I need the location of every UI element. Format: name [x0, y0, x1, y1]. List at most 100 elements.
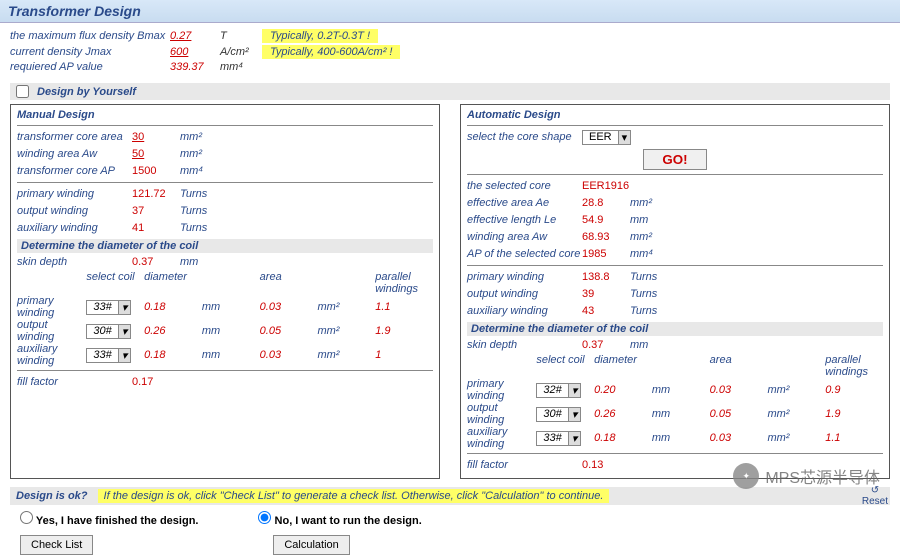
a-out-label: output winding [467, 288, 582, 300]
a-skin-label: skin depth [467, 339, 582, 351]
m-skin-label: skin depth [17, 256, 132, 268]
m-coil-0-area: 0.03 [260, 301, 318, 313]
chevron-down-icon: ▾ [118, 301, 131, 314]
ap-value: 339.37 [170, 61, 220, 73]
a-coil-1-area: 0.05 [710, 408, 768, 420]
a-coil-2-dia: 0.18 [594, 432, 652, 444]
m-fill-label: fill factor [17, 376, 132, 388]
go-button[interactable]: GO! [643, 149, 706, 170]
le-value: 54.9 [582, 214, 630, 226]
auto-title: Automatic Design [467, 109, 883, 121]
chevron-down-icon: ▾ [118, 325, 131, 338]
page-title: Transformer Design [0, 0, 900, 23]
reset-button[interactable]: ↺Reset [862, 485, 888, 507]
core-shape-select[interactable]: EER▾ [582, 130, 631, 145]
a-coil-0-dia: 0.20 [594, 384, 652, 396]
m-prim-unit: Turns [180, 188, 215, 200]
design-ok-bar: Design is ok? If the design is ok, click… [10, 487, 890, 505]
automatic-design-panel: Automatic Design select the core shape E… [460, 104, 890, 479]
jmax-hint: Typically, 400-600A/cm² ! [262, 45, 400, 59]
core-ap-unit: mm⁴ [180, 165, 215, 177]
m-coil-0-select[interactable]: 33#▾ [86, 300, 131, 315]
a-coil-2-label: auxiliary winding [467, 426, 536, 450]
core-area-label: transformer core area [17, 131, 132, 143]
no-radio[interactable]: No, I want to run the design. [258, 511, 421, 527]
m-skin-unit: mm [180, 256, 215, 268]
chevron-down-icon: ▾ [118, 349, 131, 362]
core-ap-label: transformer core AP [17, 165, 132, 177]
m-out-value: 37 [132, 205, 180, 217]
m-coil-1-label: output winding [17, 319, 86, 343]
a-coil-1-pw: 1.9 [825, 408, 883, 420]
bmax-label: the maximum flux density Bmax [10, 30, 170, 42]
ap-unit: mm⁴ [220, 61, 262, 73]
a-coil-title: Determine the diameter of the coil [467, 322, 883, 336]
a-coil-header: select coildiameterareaparallel windings [467, 354, 883, 378]
m-coil-2-select[interactable]: 33#▾ [86, 348, 131, 363]
m-prim-value: 121.72 [132, 188, 180, 200]
ap-label: requiered AP value [10, 61, 170, 73]
design-ok-label: Design is ok? [16, 490, 88, 502]
a-out-unit: Turns [630, 288, 665, 300]
m-aux-label: auxiliary winding [17, 222, 132, 234]
m-aux-unit: Turns [180, 222, 215, 234]
m-aux-value: 41 [132, 222, 180, 234]
core-area-value[interactable]: 30 [132, 131, 180, 143]
a-fill-label: fill factor [467, 459, 582, 471]
m-fill-value: 0.17 [132, 376, 180, 388]
yes-radio[interactable]: Yes, I have finished the design. [20, 511, 198, 527]
ae-value: 28.8 [582, 197, 630, 209]
m-coil-0-dia: 0.18 [144, 301, 202, 313]
a-skin-value: 0.37 [582, 339, 630, 351]
a-ap-value: 1985 [582, 248, 630, 260]
a-coil-2-area: 0.03 [710, 432, 768, 444]
a-skin-unit: mm [630, 339, 665, 351]
ae-unit: mm² [630, 197, 665, 209]
m-coil-0-label: primary winding [17, 295, 86, 319]
selected-core-label: the selected core [467, 180, 582, 192]
a-coil-0-label: primary winding [467, 378, 536, 402]
m-prim-label: primary winding [17, 188, 132, 200]
m-coil-2-dia: 0.18 [144, 349, 202, 361]
calculation-button[interactable]: Calculation [273, 535, 349, 555]
a-aux-label: auxiliary winding [467, 305, 582, 317]
a-aw-value: 68.93 [582, 231, 630, 243]
m-coil-1-area: 0.05 [260, 325, 318, 337]
design-by-yourself-label: Design by Yourself [37, 86, 136, 98]
a-coil-0-pw: 0.9 [825, 384, 883, 396]
wechat-icon: ✦ [733, 463, 759, 489]
bmax-unit: T [220, 30, 262, 42]
m-skin-value: 0.37 [132, 256, 180, 268]
a-prim-label: primary winding [467, 271, 582, 283]
jmax-value[interactable]: 600 [170, 46, 220, 58]
chevron-down-icon: ▾ [568, 432, 581, 445]
a-coil-1-select[interactable]: 30#▾ [536, 407, 581, 422]
a-coil-0-select[interactable]: 32#▾ [536, 383, 581, 398]
le-label: effective length Le [467, 214, 582, 226]
jmax-unit: A/cm² [220, 46, 262, 58]
m-coil-2-pw: 1 [375, 349, 433, 361]
le-unit: mm [630, 214, 665, 226]
check-list-button[interactable]: Check List [20, 535, 93, 555]
ae-label: effective area Ae [467, 197, 582, 209]
bmax-value[interactable]: 0.27 [170, 30, 220, 42]
m-coil-1-pw: 1.9 [375, 325, 433, 337]
a-aw-unit: mm² [630, 231, 665, 243]
selected-core-value: EER1916 [582, 180, 652, 192]
design-by-yourself-bar: Design by Yourself [10, 83, 890, 100]
aw-label: winding area Aw [17, 148, 132, 160]
m-out-unit: Turns [180, 205, 215, 217]
m-coil-2-area: 0.03 [260, 349, 318, 361]
a-prim-unit: Turns [630, 271, 665, 283]
m-coil-1-select[interactable]: 30#▾ [86, 324, 131, 339]
design-ok-hint: If the design is ok, click "Check List" … [98, 489, 610, 503]
aw-value[interactable]: 50 [132, 148, 180, 160]
manual-title: Manual Design [17, 109, 433, 121]
a-fill-value: 0.13 [582, 459, 630, 471]
design-by-yourself-checkbox[interactable] [16, 85, 29, 98]
manual-design-panel: Manual Design transformer core area30mm²… [10, 104, 440, 479]
a-coil-2-select[interactable]: 33#▾ [536, 431, 581, 446]
a-coil-1-dia: 0.26 [594, 408, 652, 420]
a-ap-unit: mm⁴ [630, 248, 665, 260]
m-coil-header: select coildiameterareaparallel windings [17, 271, 433, 295]
